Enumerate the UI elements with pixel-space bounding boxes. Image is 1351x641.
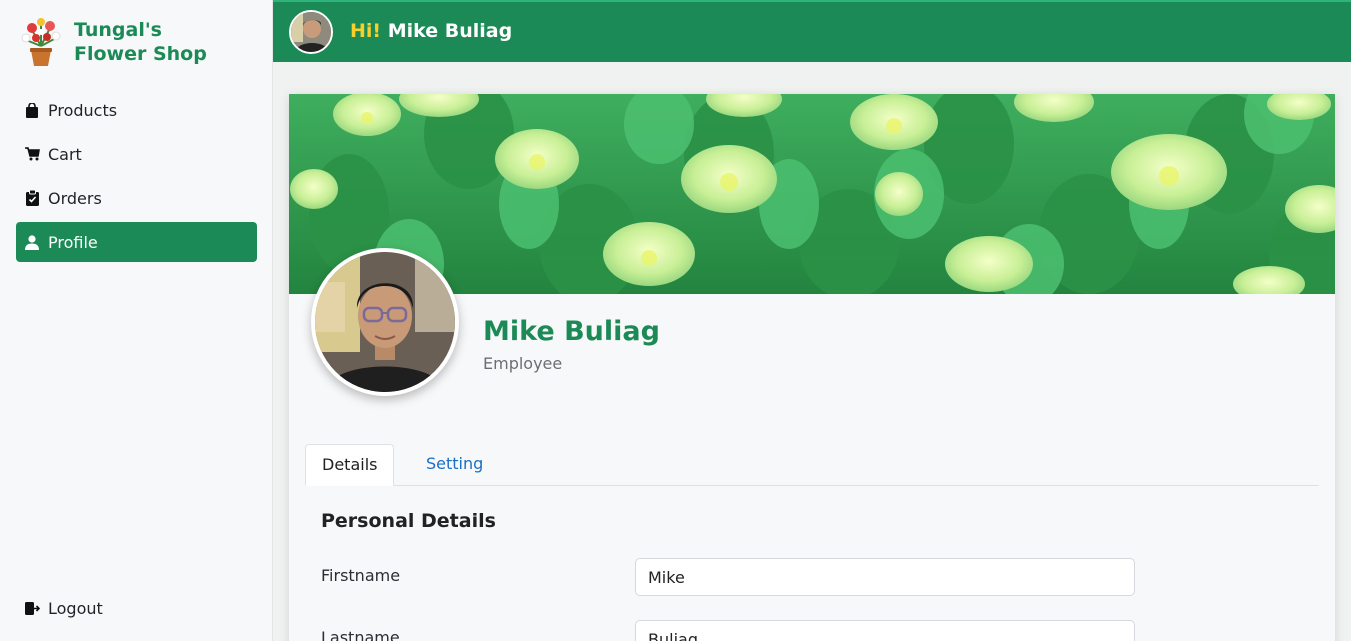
logout-container: Logout: [16, 588, 257, 632]
top-header: Hi! Mike Buliag: [273, 0, 1351, 62]
brand[interactable]: Tungal's Flower Shop: [20, 16, 224, 68]
sidebar-item-products[interactable]: Products: [16, 90, 257, 130]
sidebar-item-orders[interactable]: Orders: [16, 178, 257, 218]
sidebar-item-label: Profile: [48, 232, 98, 252]
clipboard-icon: [24, 190, 40, 206]
greeting-hi: Hi!: [350, 20, 382, 42]
sidebar-item-label: Cart: [48, 144, 82, 164]
profile-role: Employee: [483, 354, 563, 373]
logout-icon: [24, 600, 40, 616]
lastname-field[interactable]: [635, 620, 1135, 641]
flower-pot-icon: [20, 16, 62, 68]
sidebar-item-profile[interactable]: Profile: [16, 222, 257, 262]
firstname-field[interactable]: [635, 558, 1135, 596]
sidebar-item-label: Products: [48, 100, 118, 120]
lastname-label: Lastname: [321, 628, 400, 641]
greeting: Hi! Mike Buliag: [350, 20, 512, 42]
greeting-user-name: Mike Buliag: [387, 20, 513, 42]
sidebar-item-cart[interactable]: Cart: [16, 134, 257, 174]
profile-tabs: Details Setting: [305, 444, 1319, 486]
section-title: Personal Details: [321, 510, 496, 532]
profile-name: Mike Buliag: [483, 316, 660, 347]
logout-button[interactable]: Logout: [16, 588, 257, 628]
avatar[interactable]: [289, 10, 333, 54]
cart-icon: [24, 146, 40, 162]
profile-card: Mike Buliag Employee Details Setting Per…: [289, 94, 1335, 641]
logout-label: Logout: [48, 598, 103, 618]
brand-name: Tungal's Flower Shop: [74, 19, 207, 65]
profile-photo[interactable]: [311, 248, 459, 396]
user-icon: [24, 234, 40, 250]
sidebar: Tungal's Flower Shop Products Cart Order…: [0, 0, 273, 641]
profile-banner: [289, 94, 1335, 294]
sidebar-item-label: Orders: [48, 188, 102, 208]
tab-details[interactable]: Details: [305, 444, 395, 486]
tab-setting[interactable]: Setting: [410, 444, 499, 486]
shopping-bag-icon: [24, 102, 40, 118]
firstname-label: Firstname: [321, 566, 401, 585]
sidebar-nav: Products Cart Orders Profile: [16, 90, 257, 266]
